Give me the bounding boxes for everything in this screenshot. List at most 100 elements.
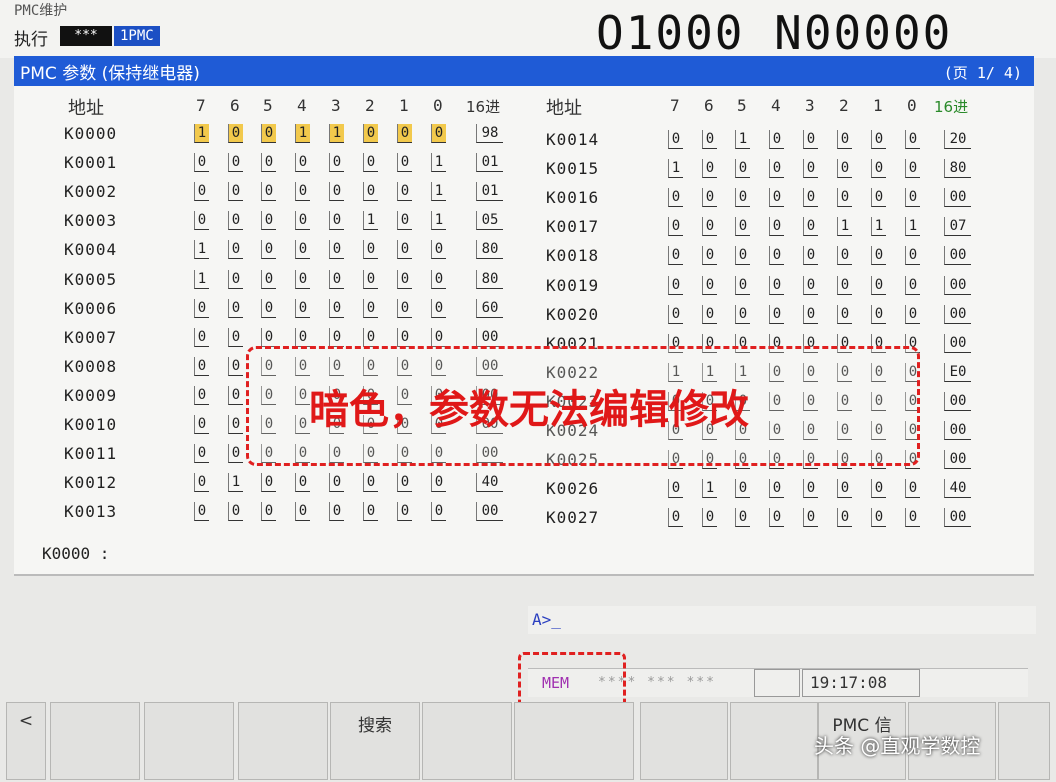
bit-cell[interactable]: 0 — [261, 211, 276, 231]
bit-cell[interactable]: 0 — [431, 473, 446, 493]
bit-cell[interactable]: 0 — [431, 327, 446, 347]
bit-cell[interactable]: 0 — [431, 269, 446, 289]
bit-cell[interactable]: 0 — [431, 124, 446, 143]
bit-cell[interactable]: 1 — [431, 211, 446, 231]
bit-cell[interactable]: 0 — [837, 275, 852, 295]
bit-cell[interactable]: 0 — [329, 240, 344, 260]
bit-cell[interactable]: 0 — [769, 188, 784, 208]
bit-cell[interactable]: 0 — [803, 479, 818, 499]
bit-cell[interactable]: 0 — [261, 473, 276, 493]
bit-cell[interactable]: 0 — [837, 159, 852, 179]
bit-cell[interactable]: 0 — [735, 275, 750, 295]
bit-cell[interactable]: 1 — [871, 217, 886, 237]
bit-cell[interactable]: 0 — [329, 182, 344, 202]
bit-cell[interactable]: 1 — [194, 240, 209, 260]
bit-cell[interactable]: 0 — [228, 211, 243, 231]
bit-cell[interactable]: 0 — [668, 275, 683, 295]
bit-cell[interactable]: 0 — [228, 153, 243, 173]
bit-cell[interactable]: 0 — [803, 508, 818, 528]
bit-cell[interactable]: 0 — [363, 153, 378, 173]
bit-cell[interactable]: 0 — [837, 130, 852, 149]
bit-cell[interactable]: 0 — [905, 188, 920, 208]
bit-cell[interactable]: 0 — [295, 269, 310, 289]
bit-cell[interactable]: 0 — [363, 473, 378, 493]
bit-cell[interactable]: 0 — [261, 124, 276, 143]
bit-cell[interactable]: 0 — [871, 508, 886, 528]
bit-cell[interactable]: 0 — [397, 473, 412, 493]
bit-cell[interactable]: 0 — [295, 153, 310, 173]
bit-cell[interactable]: 0 — [295, 240, 310, 260]
bit-cell[interactable]: 1 — [837, 217, 852, 237]
bit-cell[interactable]: 0 — [905, 275, 920, 295]
bit-cell[interactable]: 0 — [329, 153, 344, 173]
bit-cell[interactable]: 0 — [329, 211, 344, 231]
bit-cell[interactable]: 0 — [702, 188, 717, 208]
bit-cell[interactable]: 0 — [735, 479, 750, 499]
softkey-1[interactable]: < — [6, 702, 46, 780]
bit-cell[interactable]: 0 — [871, 130, 886, 149]
bit-cell[interactable]: 0 — [228, 240, 243, 260]
bit-cell[interactable]: 0 — [397, 182, 412, 202]
bit-cell[interactable]: 0 — [871, 159, 886, 179]
bit-cell[interactable]: 0 — [363, 502, 378, 522]
bit-cell[interactable]: 0 — [228, 269, 243, 289]
bit-cell[interactable]: 0 — [803, 217, 818, 237]
bit-cell[interactable]: 0 — [871, 479, 886, 499]
bit-cell[interactable]: 0 — [702, 159, 717, 179]
bit-cell[interactable]: 0 — [363, 327, 378, 347]
bit-cell[interactable]: 0 — [363, 124, 378, 143]
bit-cell[interactable]: 0 — [329, 502, 344, 522]
bit-cell[interactable]: 0 — [228, 182, 243, 202]
bit-cell[interactable]: 0 — [431, 298, 446, 318]
bit-cell[interactable]: 0 — [261, 182, 276, 202]
bit-cell[interactable]: 0 — [228, 356, 243, 376]
bit-cell[interactable]: 0 — [431, 502, 446, 522]
bit-cell[interactable]: 1 — [295, 124, 310, 143]
bit-cell[interactable]: 0 — [769, 275, 784, 295]
bit-cell[interactable]: 0 — [295, 327, 310, 347]
bit-cell[interactable]: 0 — [769, 217, 784, 237]
bit-cell[interactable]: 0 — [397, 502, 412, 522]
bit-cell[interactable]: 0 — [668, 246, 683, 266]
bit-cell[interactable]: 0 — [769, 304, 784, 324]
bit-cell[interactable]: 0 — [905, 159, 920, 179]
bit-cell[interactable]: 1 — [194, 124, 209, 143]
bit-cell[interactable]: 1 — [363, 211, 378, 231]
bit-cell[interactable]: 1 — [431, 182, 446, 202]
bit-cell[interactable]: 0 — [769, 479, 784, 499]
bit-cell[interactable]: 0 — [228, 502, 243, 522]
bit-cell[interactable]: 0 — [702, 246, 717, 266]
bit-cell[interactable]: 0 — [871, 304, 886, 324]
bit-cell[interactable]: 0 — [261, 153, 276, 173]
bit-cell[interactable]: 0 — [363, 182, 378, 202]
bit-cell[interactable]: 0 — [295, 182, 310, 202]
bit-cell[interactable]: 1 — [329, 124, 344, 143]
softkey-3[interactable] — [144, 702, 234, 780]
bit-cell[interactable]: 0 — [194, 211, 209, 231]
bit-cell[interactable]: 0 — [194, 298, 209, 318]
bit-cell[interactable]: 0 — [668, 304, 683, 324]
bit-cell[interactable]: 0 — [735, 217, 750, 237]
bit-cell[interactable]: 0 — [329, 327, 344, 347]
bit-cell[interactable]: 0 — [261, 269, 276, 289]
bit-cell[interactable]: 0 — [769, 508, 784, 528]
bit-cell[interactable]: 0 — [194, 415, 209, 434]
bit-cell[interactable]: 0 — [194, 385, 209, 405]
bit-cell[interactable]: 0 — [363, 298, 378, 318]
bit-cell[interactable]: 1 — [905, 217, 920, 237]
bit-cell[interactable]: 0 — [295, 298, 310, 318]
bit-cell[interactable]: 1 — [702, 479, 717, 499]
softkey-9[interactable] — [730, 702, 818, 780]
bit-cell[interactable]: 0 — [837, 304, 852, 324]
bit-cell[interactable]: 0 — [228, 385, 243, 405]
bit-cell[interactable]: 0 — [803, 304, 818, 324]
bit-cell[interactable]: 0 — [295, 473, 310, 493]
bit-cell[interactable]: 0 — [194, 473, 209, 493]
bit-cell[interactable]: 0 — [735, 246, 750, 266]
cursor-address-line[interactable]: K0000 : — [42, 544, 109, 563]
bit-cell[interactable]: 0 — [363, 240, 378, 260]
bit-cell[interactable]: 0 — [329, 298, 344, 318]
bit-cell[interactable]: 0 — [397, 211, 412, 231]
softkey-4[interactable] — [238, 702, 328, 780]
bit-cell[interactable]: 0 — [769, 130, 784, 149]
